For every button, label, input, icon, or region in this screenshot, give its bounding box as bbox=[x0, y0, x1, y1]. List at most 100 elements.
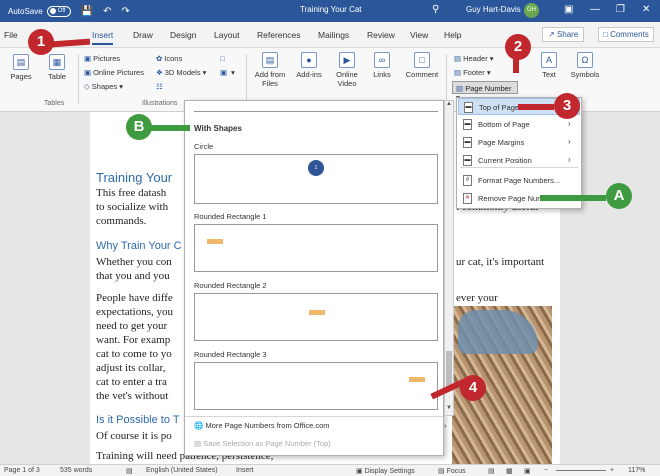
addins-icon: ● bbox=[301, 52, 317, 68]
page-icon: ▬ bbox=[463, 155, 472, 166]
gallery-item-rounded-rectangle-3[interactable] bbox=[194, 362, 438, 410]
more-page-numbers-item[interactable]: 🌐 More Page Numbers from Office.com › bbox=[194, 421, 447, 430]
status-page[interactable]: Page 1 of 3 bbox=[4, 467, 40, 474]
gallery-item-rounded-rectangle-2[interactable] bbox=[194, 293, 438, 341]
menu-item-page-margins[interactable]: ▬ Page Margins › bbox=[458, 134, 580, 151]
gallery-top-preview[interactable] bbox=[194, 104, 438, 112]
icons-button[interactable]: ✿ Icons bbox=[156, 54, 182, 63]
ribbon-display-icon[interactable]: ▣ bbox=[564, 4, 573, 15]
illustrations-group-label: Illustrations bbox=[142, 100, 178, 107]
web-layout-icon[interactable]: ▣ bbox=[524, 467, 531, 475]
doc-line: cat to enter a tra bbox=[96, 376, 167, 388]
pages-icon: ▤ bbox=[13, 54, 29, 70]
pictures-button[interactable]: ▣ Pictures bbox=[84, 54, 120, 63]
shapes-button[interactable]: ◇ Shapes ▾ bbox=[84, 82, 123, 91]
table-button[interactable]: ▦ Table bbox=[44, 54, 70, 81]
tab-view[interactable]: View bbox=[410, 30, 428, 40]
gallery-item-label: Rounded Rectangle 3 bbox=[194, 350, 267, 359]
print-layout-icon[interactable]: ▦ bbox=[506, 467, 513, 475]
redo-icon[interactable]: ↷ bbox=[122, 6, 130, 17]
gallery-item-rounded-rectangle-1[interactable] bbox=[194, 224, 438, 272]
focus-button[interactable]: ▤ Focus bbox=[438, 467, 466, 475]
doc-line: Of course it is po bbox=[96, 430, 172, 442]
chart-icon[interactable]: □ bbox=[220, 54, 227, 63]
status-language[interactable]: English (United States) bbox=[146, 467, 218, 474]
doc-line: the vet's without bbox=[96, 390, 169, 402]
status-words[interactable]: 535 words bbox=[60, 467, 92, 474]
online-pictures-button[interactable]: ▣ Online Pictures bbox=[84, 68, 144, 77]
gallery-item-circle[interactable]: 1 bbox=[194, 154, 438, 204]
symbols-button[interactable]: Ω Symbols bbox=[568, 52, 602, 79]
tab-help[interactable]: Help bbox=[444, 30, 461, 40]
doc-line: want. For examp bbox=[96, 334, 171, 346]
zoom-in-icon[interactable]: + bbox=[610, 467, 614, 474]
links-button[interactable]: ∞ Links bbox=[368, 52, 396, 79]
share-button[interactable]: ↗ Share bbox=[542, 27, 585, 42]
doc-line: adjust its collar, bbox=[96, 362, 166, 374]
gallery-item-label: Circle bbox=[194, 142, 214, 151]
document-heading: Training Your bbox=[96, 170, 173, 185]
zoom-level[interactable]: 117% bbox=[628, 467, 645, 474]
text-button[interactable]: A Text bbox=[536, 52, 562, 79]
comment-button[interactable]: □ Comment bbox=[402, 52, 442, 79]
autosave-toggle[interactable]: Off bbox=[46, 5, 71, 17]
smartart-icon[interactable]: ☷ bbox=[156, 82, 165, 91]
avatar[interactable]: GH bbox=[524, 3, 539, 18]
gallery-item-label: Rounded Rectangle 1 bbox=[194, 212, 267, 221]
gallery-scrollbar[interactable]: ▲ ▼ bbox=[444, 100, 454, 416]
zoom-slider[interactable] bbox=[556, 470, 606, 471]
callout-1: 1 bbox=[28, 29, 54, 55]
comments-button[interactable]: □ Comments bbox=[598, 27, 654, 42]
add-from-files-button[interactable]: ▤ Add from Files bbox=[250, 52, 290, 88]
close-icon[interactable]: ✕ bbox=[642, 4, 650, 15]
doc-line: to socialize with bbox=[96, 201, 169, 213]
tab-insert[interactable]: Insert bbox=[92, 30, 114, 45]
display-settings-button[interactable]: ▣ Display Settings bbox=[356, 467, 415, 475]
save-page-icon: ▤ bbox=[194, 439, 202, 448]
chevron-right-icon: › bbox=[568, 119, 571, 128]
document-title[interactable]: Training Your Cat bbox=[300, 5, 362, 14]
header-button[interactable]: ▤ Header ▾ bbox=[454, 54, 494, 63]
pages-button[interactable]: ▤ Pages bbox=[8, 54, 34, 81]
menu-item-format-page-numbers[interactable]: # Format Page Numbers... bbox=[458, 172, 580, 189]
menu-item-bottom-of-page[interactable]: ▬ Bottom of Page › bbox=[458, 116, 580, 133]
tab-draw[interactable]: Draw bbox=[133, 30, 153, 40]
video-icon: ▶ bbox=[339, 52, 355, 68]
tab-design[interactable]: Design bbox=[170, 30, 196, 40]
callout-b: B bbox=[126, 114, 152, 140]
user-name[interactable]: Guy Hart-Davis bbox=[466, 5, 521, 14]
document-subheading: Why Train Your C bbox=[96, 240, 182, 252]
doc-line: cat to come to yo bbox=[96, 348, 172, 360]
tab-references[interactable]: References bbox=[257, 30, 300, 40]
title-bar: AutoSave Off 💾 ↶ ↷ Training Your Cat ⚲ G… bbox=[0, 0, 660, 22]
save-selection-item: ▤ Save Selection as Page Number (Top) bbox=[194, 439, 331, 448]
status-mode[interactable]: Insert bbox=[236, 467, 254, 474]
doc-line: ur cat, it's important bbox=[456, 256, 545, 268]
scroll-down-icon[interactable]: ▼ bbox=[446, 405, 452, 411]
read-mode-icon[interactable]: ▤ bbox=[488, 467, 495, 475]
undo-icon[interactable]: ↶ bbox=[103, 6, 111, 17]
tab-layout[interactable]: Layout bbox=[214, 30, 240, 40]
3d-models-button[interactable]: ❖ 3D Models ▾ bbox=[156, 68, 206, 77]
zoom-out-icon[interactable]: − bbox=[544, 467, 548, 474]
search-icon[interactable]: ⚲ bbox=[432, 4, 439, 15]
comment-icon: □ bbox=[414, 52, 430, 68]
save-icon[interactable]: 💾 bbox=[81, 6, 93, 17]
tab-file[interactable]: File bbox=[4, 30, 18, 40]
scroll-up-icon[interactable]: ▲ bbox=[446, 101, 452, 107]
tables-group-label: Tables bbox=[44, 100, 65, 107]
addins-button[interactable]: ● Add-ins bbox=[296, 52, 322, 79]
tab-review[interactable]: Review bbox=[367, 30, 395, 40]
footer-button[interactable]: ▤ Footer ▾ bbox=[454, 68, 491, 77]
screenshot-icon[interactable]: ▣ ▾ bbox=[220, 68, 235, 77]
callout-2: 2 bbox=[505, 34, 531, 60]
maximize-icon[interactable]: ❐ bbox=[616, 4, 625, 15]
page-number-button[interactable]: ▤ Page Number ▾ bbox=[452, 81, 518, 102]
format-icon: # bbox=[463, 175, 472, 186]
minimize-icon[interactable]: — bbox=[590, 4, 600, 15]
table-icon: ▦ bbox=[49, 54, 65, 70]
doc-line: This free datash bbox=[96, 187, 167, 199]
proofing-icon[interactable]: ▤ bbox=[126, 467, 133, 475]
tab-mailings[interactable]: Mailings bbox=[318, 30, 349, 40]
online-video-button[interactable]: ▶ Online Video bbox=[330, 52, 364, 88]
